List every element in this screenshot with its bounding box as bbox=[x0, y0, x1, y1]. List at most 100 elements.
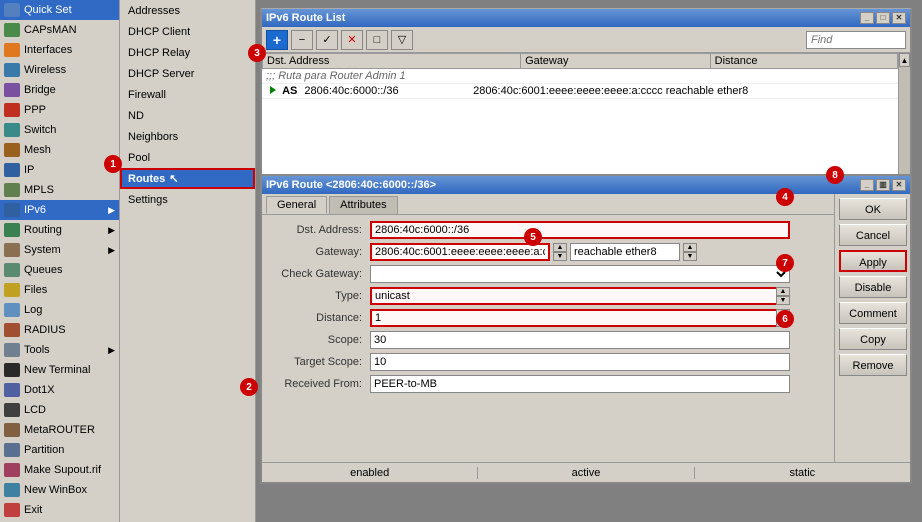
route-list-scrollbar[interactable]: ▲ ▼ bbox=[898, 53, 910, 189]
sidebar-item-ppp[interactable]: PPP bbox=[0, 100, 119, 120]
sidebar-item-wireless[interactable]: Wireless bbox=[0, 60, 119, 80]
distance-row: Distance: ▲ ▼ bbox=[270, 309, 826, 327]
sidebar-item-tools[interactable]: Tools ▶ bbox=[0, 340, 119, 360]
copy-button[interactable]: Copy bbox=[839, 328, 907, 350]
gateway-type-spin-down[interactable]: ▼ bbox=[683, 252, 697, 261]
type-spin-up[interactable]: ▲ bbox=[776, 287, 790, 296]
sidebar-item-quickset[interactable]: Quick Set bbox=[0, 0, 119, 20]
gateway-type-input[interactable] bbox=[570, 243, 680, 261]
submenu-item-routes[interactable]: Routes ↖ bbox=[120, 168, 255, 189]
sidebar-item-files[interactable]: Files bbox=[0, 280, 119, 300]
submenu-item-pool[interactable]: Pool bbox=[120, 147, 255, 168]
sidebar-item-mesh[interactable]: Mesh bbox=[0, 140, 119, 160]
submenu-label-neighbors: Neighbors bbox=[128, 131, 178, 143]
submenu-label-addresses: Addresses bbox=[128, 5, 180, 17]
scroll-up-arrow[interactable]: ▲ bbox=[899, 53, 910, 67]
ok-button[interactable]: OK bbox=[839, 198, 907, 220]
sidebar-item-routing[interactable]: Routing ▶ bbox=[0, 220, 119, 240]
sidebar-item-bridge[interactable]: Bridge bbox=[0, 80, 119, 100]
exit-icon bbox=[4, 503, 20, 517]
sidebar-item-metarouter[interactable]: MetaROUTER bbox=[0, 420, 119, 440]
type-input[interactable] bbox=[370, 287, 790, 305]
route-list-titlebar-buttons: _ □ ✕ bbox=[860, 12, 906, 24]
gateway-spin-up[interactable]: ▲ bbox=[553, 243, 567, 252]
sidebar-item-partition[interactable]: Partition bbox=[0, 440, 119, 460]
sidebar-label-routing: Routing bbox=[24, 224, 62, 236]
check-route-button[interactable]: ✓ bbox=[316, 30, 338, 50]
detail-minimize-button[interactable]: _ bbox=[860, 179, 874, 191]
gateway-input[interactable] bbox=[370, 243, 550, 261]
sidebar-item-system[interactable]: System ▶ bbox=[0, 240, 119, 260]
clone-route-button[interactable]: □ bbox=[366, 30, 388, 50]
sidebar-item-queues[interactable]: Queues bbox=[0, 260, 119, 280]
sidebar-item-radius[interactable]: RADIUS bbox=[0, 320, 119, 340]
gateway-type-spin-up[interactable]: ▲ bbox=[683, 243, 697, 252]
submenu-item-nd[interactable]: ND bbox=[120, 105, 255, 126]
table-row[interactable]: AS 2806:40c:6000::/36 2806:40c:6001:eeee… bbox=[262, 84, 898, 99]
sidebar-item-lcd[interactable]: LCD bbox=[0, 400, 119, 420]
filter-button[interactable]: ▽ bbox=[391, 30, 413, 50]
sidebar-item-mpls[interactable]: MPLS bbox=[0, 180, 119, 200]
distance-input[interactable] bbox=[370, 309, 790, 327]
submenu-item-firewall[interactable]: Firewall bbox=[120, 84, 255, 105]
metarouter-icon bbox=[4, 423, 20, 437]
sidebar-item-ipv6[interactable]: IPv6 ▶ bbox=[0, 200, 119, 220]
tab-general[interactable]: General bbox=[266, 196, 327, 214]
scroll-track[interactable] bbox=[899, 67, 910, 175]
sidebar-item-interfaces[interactable]: Interfaces bbox=[0, 40, 119, 60]
sidebar-item-newwinbox[interactable]: New WinBox bbox=[0, 480, 119, 500]
sidebar-item-newterminal[interactable]: New Terminal bbox=[0, 360, 119, 380]
sidebar-item-switch[interactable]: Switch bbox=[0, 120, 119, 140]
route-gateway-value: 2806:40c:6001:eeee:eeee:eeee:a:cccc reac… bbox=[469, 84, 886, 99]
type-spin-down[interactable]: ▼ bbox=[776, 296, 790, 305]
route-comment: ;;; Ruta para Router Admin 1 bbox=[262, 69, 898, 84]
detail-close-button[interactable]: ✕ bbox=[892, 179, 906, 191]
minimize-button[interactable]: _ bbox=[860, 12, 874, 24]
gateway-type-spin: ▲ ▼ bbox=[683, 243, 697, 261]
route-list-search[interactable] bbox=[806, 31, 906, 49]
sidebar-item-capsman[interactable]: CAPsMAN bbox=[0, 20, 119, 40]
maximize-button[interactable]: □ bbox=[876, 12, 890, 24]
apply-button[interactable]: Apply bbox=[839, 250, 907, 272]
tab-attributes[interactable]: Attributes bbox=[329, 196, 397, 214]
submenu-item-addresses[interactable]: Addresses bbox=[120, 0, 255, 21]
submenu-item-dhcpserver[interactable]: DHCP Server bbox=[120, 63, 255, 84]
sidebar-item-dot1x[interactable]: Dot1X bbox=[0, 380, 119, 400]
col-gateway[interactable]: Gateway bbox=[521, 54, 711, 69]
submenu-item-settings[interactable]: Settings bbox=[120, 189, 255, 210]
received-from-input[interactable] bbox=[370, 375, 790, 393]
submenu-item-neighbors[interactable]: Neighbors bbox=[120, 126, 255, 147]
remove-button[interactable]: Remove bbox=[839, 354, 907, 376]
table-row[interactable]: ;;; Ruta para Router Admin 1 bbox=[262, 69, 898, 84]
disable-button[interactable]: Disable bbox=[839, 276, 907, 298]
badge-3: 3 bbox=[248, 44, 266, 62]
submenu-item-dhcpclient[interactable]: DHCP Client bbox=[120, 21, 255, 42]
sidebar-item-log[interactable]: Log bbox=[0, 300, 119, 320]
scope-input[interactable] bbox=[370, 331, 790, 349]
gateway-spin-down[interactable]: ▼ bbox=[553, 252, 567, 261]
col-distance[interactable]: Distance bbox=[710, 54, 897, 69]
sidebar-label-log: Log bbox=[24, 304, 42, 316]
add-route-button[interactable]: + bbox=[266, 30, 288, 50]
bridge-icon bbox=[4, 83, 20, 97]
cancel-button[interactable]: Cancel bbox=[839, 224, 907, 246]
comment-button[interactable]: Comment bbox=[839, 302, 907, 324]
route-detail-titlebar: IPv6 Route <2806:40c:6000::/36> _ ▥ ✕ bbox=[262, 176, 910, 194]
sidebar-item-ip[interactable]: IP bbox=[0, 160, 119, 180]
cross-route-button[interactable]: ✕ bbox=[341, 30, 363, 50]
detail-restore-button[interactable]: ▥ bbox=[876, 179, 890, 191]
remove-route-button[interactable]: − bbox=[291, 30, 313, 50]
dst-address-input[interactable] bbox=[370, 221, 790, 239]
sidebar-item-exit[interactable]: Exit bbox=[0, 500, 119, 520]
badge-8: 8 bbox=[826, 166, 844, 184]
sidebar-item-makesupout[interactable]: Make Supout.rif bbox=[0, 460, 119, 480]
col-dst-address[interactable]: Dst. Address bbox=[263, 54, 521, 69]
target-scope-input[interactable] bbox=[370, 353, 790, 371]
route-dst-value: 2806:40c:6000::/36 bbox=[304, 85, 398, 97]
route-list-main: Dst. Address Gateway Distance ;;; Ruta p… bbox=[262, 53, 898, 189]
submenu-item-dhcprelay[interactable]: DHCP Relay bbox=[120, 42, 255, 63]
sidebar-label-files: Files bbox=[24, 284, 47, 296]
target-scope-row: Target Scope: bbox=[270, 353, 826, 371]
close-button[interactable]: ✕ bbox=[892, 12, 906, 24]
check-gateway-select[interactable] bbox=[370, 265, 790, 283]
